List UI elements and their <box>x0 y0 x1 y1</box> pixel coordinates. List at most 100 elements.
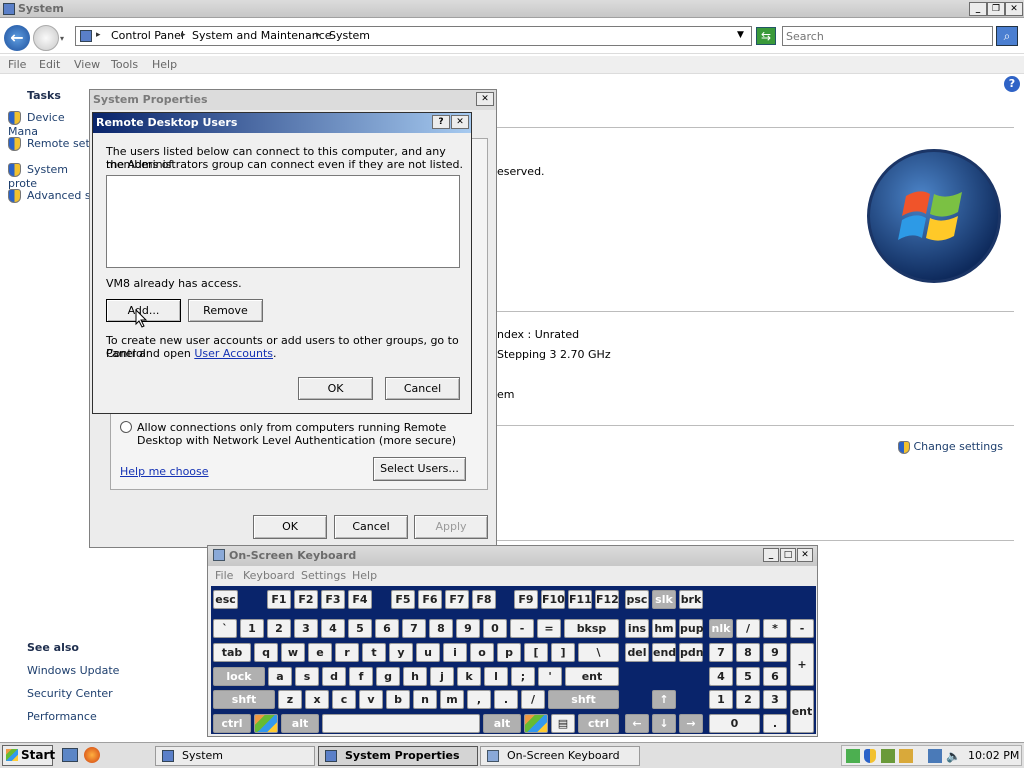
key-right-ctrl[interactable]: ctrl <box>578 714 619 733</box>
key-8[interactable]: 8 <box>429 619 453 638</box>
key-num-1[interactable]: 1 <box>709 690 733 709</box>
key-equals[interactable]: = <box>537 619 561 638</box>
key-num-6[interactable]: 6 <box>763 667 787 686</box>
key-num-enter[interactable]: ent <box>790 690 814 733</box>
key-quote[interactable]: ' <box>538 667 562 686</box>
breadcrumb-control-panel[interactable]: Control Panel <box>111 29 184 42</box>
key-slk[interactable]: slk <box>652 590 676 609</box>
key-0[interactable]: 0 <box>483 619 507 638</box>
help-icon[interactable]: ? <box>1004 76 1020 92</box>
key-numlock[interactable]: nlk <box>709 619 733 638</box>
key-del[interactable]: del <box>625 643 649 662</box>
key-backslash[interactable]: \ <box>578 643 619 662</box>
key-g[interactable]: g <box>376 667 400 686</box>
user-accounts-link[interactable]: User Accounts <box>194 347 273 360</box>
key-comma[interactable]: , <box>467 690 491 709</box>
key-f2[interactable]: F2 <box>294 590 318 609</box>
arrow-down-icon[interactable]: ↓ <box>652 714 676 733</box>
key-f7[interactable]: F7 <box>445 590 469 609</box>
key-f4[interactable]: F4 <box>348 590 372 609</box>
key-num-3[interactable]: 3 <box>763 690 787 709</box>
start-button[interactable]: Start <box>2 745 55 766</box>
volume-muted-icon[interactable]: 🔈 <box>946 749 961 763</box>
cancel-button[interactable]: Cancel <box>385 377 460 400</box>
key-b[interactable]: b <box>386 690 410 709</box>
remove-button[interactable]: Remove <box>188 299 263 322</box>
key-y[interactable]: y <box>389 643 413 662</box>
key-tab[interactable]: tab <box>213 643 251 662</box>
clock[interactable]: 10:02 PM <box>968 749 1019 762</box>
osk-menu-file[interactable]: File <box>215 569 233 582</box>
close-button[interactable]: ✕ <box>1005 2 1023 16</box>
breadcrumb-separator-icon[interactable]: ▸ <box>181 30 186 40</box>
key-num-2[interactable]: 2 <box>736 690 760 709</box>
key-f9[interactable]: F9 <box>514 590 538 609</box>
key-c[interactable]: c <box>332 690 356 709</box>
key-u[interactable]: u <box>416 643 440 662</box>
link-security-center[interactable]: Security Center <box>27 687 113 700</box>
key-num-decimal[interactable]: . <box>763 714 787 733</box>
firefox-icon[interactable] <box>84 747 100 763</box>
ok-button[interactable]: OK <box>298 377 373 400</box>
nla-radio[interactable] <box>120 421 132 433</box>
osk-menu-settings[interactable]: Settings <box>301 569 346 582</box>
menu-tools[interactable]: Tools <box>111 58 138 71</box>
key-f10[interactable]: F10 <box>541 590 565 609</box>
key-i[interactable]: i <box>443 643 467 662</box>
key-2[interactable]: 2 <box>267 619 291 638</box>
key-f1[interactable]: F1 <box>267 590 291 609</box>
key-num-multiply[interactable]: * <box>763 619 787 638</box>
key-left-alt[interactable]: alt <box>281 714 319 733</box>
osk-menu-keyboard[interactable]: Keyboard <box>243 569 295 582</box>
arrow-up-icon[interactable]: ↑ <box>652 690 676 709</box>
key-5[interactable]: 5 <box>348 619 372 638</box>
close-button[interactable]: ✕ <box>451 115 469 129</box>
key-num-0[interactable]: 0 <box>709 714 760 733</box>
key-right-alt[interactable]: alt <box>483 714 521 733</box>
key-q[interactable]: q <box>254 643 278 662</box>
key-x[interactable]: x <box>305 690 329 709</box>
task-device-manager[interactable]: Device Mana <box>8 111 98 138</box>
key-v[interactable]: v <box>359 690 383 709</box>
taskbar-item-on-screen-keyboard[interactable]: On-Screen Keyboard <box>480 746 640 766</box>
menu-file[interactable]: File <box>8 58 26 71</box>
menu-edit[interactable]: Edit <box>39 58 60 71</box>
arrow-right-icon[interactable]: → <box>679 714 703 733</box>
key-d[interactable]: d <box>322 667 346 686</box>
refresh-icon[interactable]: ⇆ <box>756 27 776 45</box>
key-e[interactable]: e <box>308 643 332 662</box>
key-period[interactable]: . <box>494 690 518 709</box>
close-button[interactable]: ✕ <box>476 92 494 106</box>
apply-button[interactable]: Apply <box>414 515 488 539</box>
key-psc[interactable]: psc <box>625 590 649 609</box>
key-1[interactable]: 1 <box>240 619 264 638</box>
key-r[interactable]: r <box>335 643 359 662</box>
key-num-4[interactable]: 4 <box>709 667 733 686</box>
ok-button[interactable]: OK <box>253 515 327 539</box>
key-f6[interactable]: F6 <box>418 590 442 609</box>
key-lbracket[interactable]: [ <box>524 643 548 662</box>
breadcrumb-system[interactable]: System <box>329 29 370 42</box>
search-input[interactable] <box>782 26 993 46</box>
key-pgup[interactable]: pup <box>679 619 704 638</box>
taskbar-item-system[interactable]: System <box>155 746 315 766</box>
key-num-5[interactable]: 5 <box>736 667 760 686</box>
key-s[interactable]: s <box>295 667 319 686</box>
tray-security-icon[interactable] <box>899 749 913 763</box>
key-o[interactable]: o <box>470 643 494 662</box>
cancel-button[interactable]: Cancel <box>334 515 408 539</box>
key-right-shift[interactable]: shft <box>548 690 619 709</box>
key-minus[interactable]: - <box>510 619 534 638</box>
history-chevron-icon[interactable]: ▾ <box>60 34 64 43</box>
shield-icon[interactable] <box>864 749 876 763</box>
key-w[interactable]: w <box>281 643 305 662</box>
key-h[interactable]: h <box>403 667 427 686</box>
key-k[interactable]: k <box>457 667 481 686</box>
key-p[interactable]: p <box>497 643 521 662</box>
address-field[interactable]: ▸ Control Panel ▸ System and Maintenance… <box>75 26 752 46</box>
key-t[interactable]: t <box>362 643 386 662</box>
help-me-choose-link[interactable]: Help me choose <box>120 465 209 478</box>
key-j[interactable]: j <box>430 667 454 686</box>
network-icon[interactable] <box>928 749 942 763</box>
key-semicolon[interactable]: ; <box>511 667 535 686</box>
